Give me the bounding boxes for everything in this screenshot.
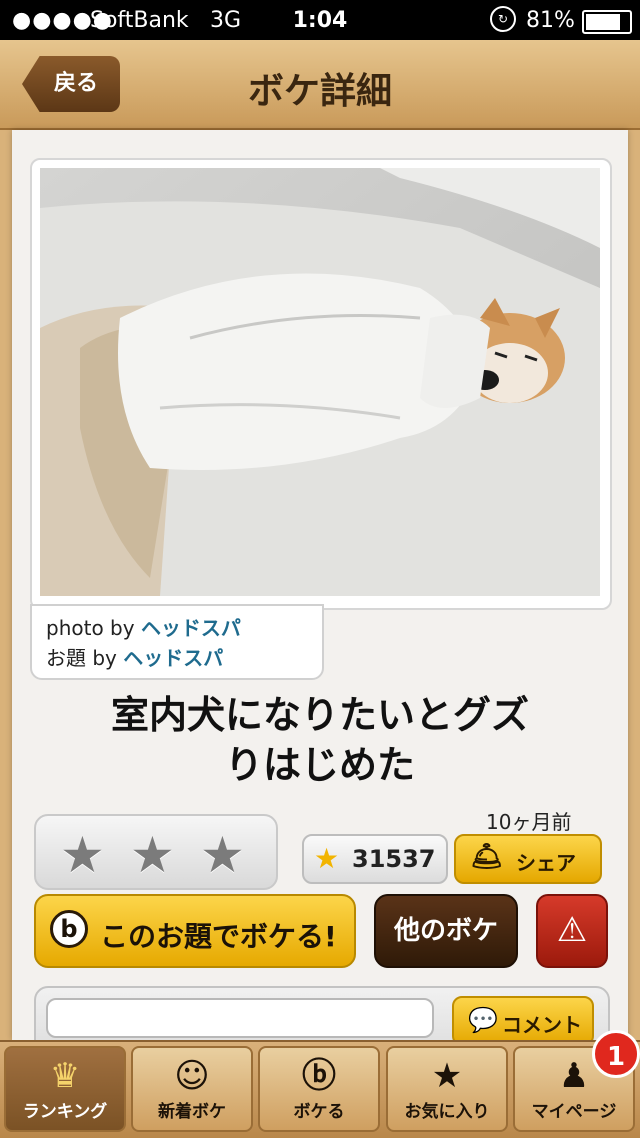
report-button[interactable]: ⚠ [536,894,608,968]
speech-bubble-icon: 💬 [468,1006,498,1034]
bell-icon: 🛎 [470,842,504,872]
boke-on-topic-label: このお題でボケる! [100,920,337,953]
battery-level [586,14,620,30]
topic-user-link[interactable]: ヘッドスパ [123,646,223,670]
other-boke-button[interactable]: 他のボケ [374,894,518,968]
b-icon: ⓑ [302,1056,336,1096]
caption-line-2: りはじめた [224,743,415,787]
rotation-lock-icon: ↻ [490,6,516,32]
b-icon: b [50,910,88,948]
comment-button[interactable]: 💬 コメント [452,996,594,1046]
share-label: シェア [516,851,576,875]
comment-input[interactable] [46,998,434,1038]
star-icon: ★ [431,1056,463,1096]
photo-user-link[interactable]: ヘッドスパ [141,616,241,640]
boke-on-topic-button[interactable]: b このお題でボケる! [34,894,356,968]
star-icon[interactable]: ★ [200,826,245,884]
star-icon[interactable]: ★ [60,826,105,884]
tab-label: ランキング [22,1102,108,1122]
navigation-bar: 戻る ボケ詳細 [0,40,640,130]
tab-label: ボケる [293,1102,345,1122]
tab-label: お気に入り [404,1102,490,1122]
tab-label: 新着ボケ [158,1102,226,1122]
photo-credit-prefix: photo by [46,616,135,640]
caption-line-1: 室内犬になりたいとグズ [110,693,529,737]
face-icon: ☺ [174,1056,210,1096]
siren-icon: ⚠ [556,910,588,950]
star-count: 31537 [352,845,436,873]
topic-credit-prefix: お題 by [46,646,117,670]
star-count-badge: ★ 31537 [302,834,448,884]
status-bar: ●●●●● SoftBank 3G 1:04 ↻ 81% [0,0,640,40]
notification-badge: 1 [592,1030,640,1078]
page-title: ボケ詳細 [247,71,392,112]
photo-credit: photo by ヘッドスパ お題 by ヘッドスパ [30,604,324,680]
tab-new-boke[interactable]: ☺ 新着ボケ [131,1046,253,1132]
crown-icon: ♛ [49,1056,81,1096]
tab-label: マイページ [531,1102,617,1122]
battery-percent: 81% [526,8,575,33]
share-button[interactable]: 🛎 シェア [454,834,602,884]
time-ago: 10ヶ月前 [486,810,572,834]
star-icon[interactable]: ★ [130,826,175,884]
boke-caption: 室内犬になりたいとグズ りはじめた [40,690,600,790]
comment-label: コメント [502,1013,582,1037]
gold-star-icon: ★ [314,842,340,875]
rating-stars[interactable]: ★ ★ ★ [34,814,278,890]
photo-image[interactable] [40,168,600,596]
tab-ranking[interactable]: ♛ ランキング [4,1046,126,1132]
tab-boke[interactable]: ⓑ ボケる [258,1046,380,1132]
tab-favorites[interactable]: ★ お気に入り [386,1046,508,1132]
